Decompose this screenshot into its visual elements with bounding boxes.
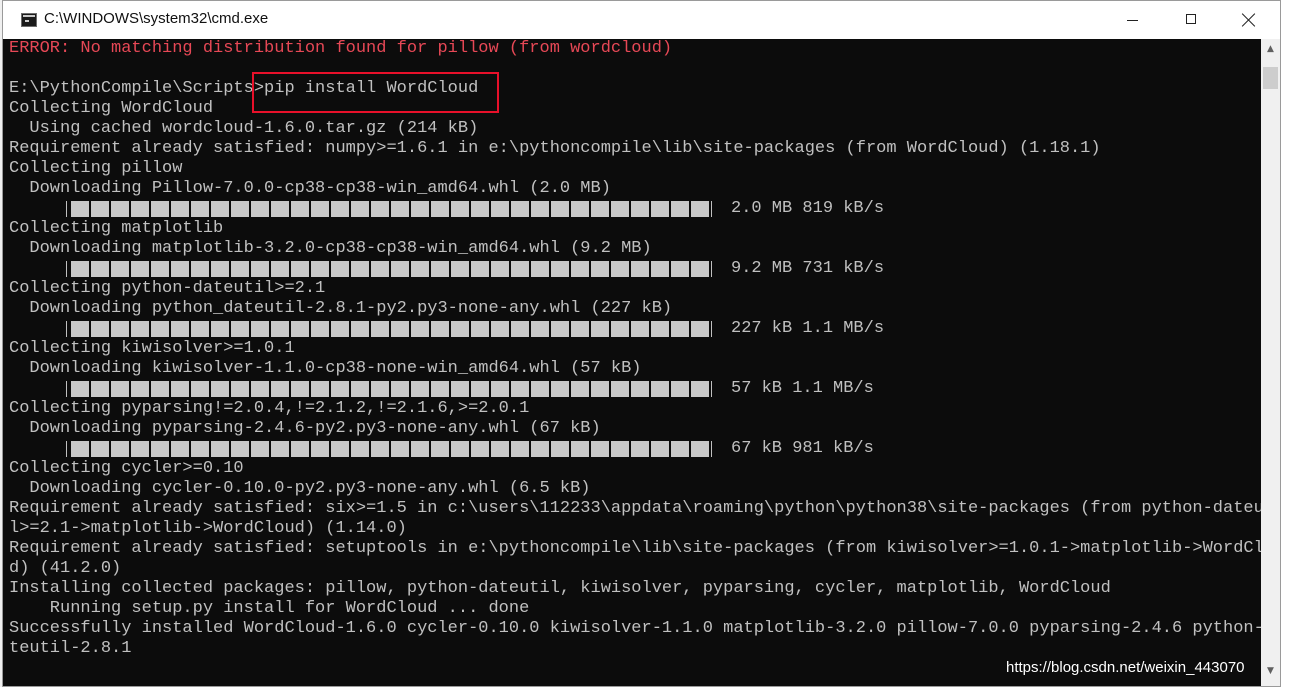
scroll-thumb[interactable] — [1263, 67, 1278, 89]
progress-bar-edge — [711, 381, 712, 397]
output-line: Successfully installed WordCloud-1.6.0 c… — [9, 619, 1261, 638]
progress-bar-dateutil: 227 kB 1.1 MB/s — [66, 319, 884, 339]
progress-bar-pillow: 2.0 MB 819 kB/s — [66, 199, 884, 219]
progress-stats: 2.0 MB 819 kB/s — [731, 199, 885, 218]
progress-bar-edge — [711, 441, 712, 457]
output-line: l>=2.1->matplotlib->WordCloud) (1.14.0) — [9, 519, 407, 538]
output-line: Requirement already satisfied: six>=1.5 … — [9, 499, 1261, 518]
error-line: ERROR: No matching distribution found fo… — [9, 39, 673, 58]
output-line: Requirement already satisfied: numpy>=1.… — [9, 139, 1101, 158]
progress-stats: 227 kB 1.1 MB/s — [731, 319, 885, 338]
output-line: Downloading kiwisolver-1.1.0-cp38-none-w… — [9, 359, 642, 378]
progress-bar-fill — [71, 201, 709, 217]
console-output[interactable]: ERROR: No matching distribution found fo… — [3, 39, 1261, 686]
progress-bar-edge — [711, 201, 712, 217]
output-line: Collecting python-dateutil>=2.1 — [9, 279, 326, 298]
progress-bar-edge — [66, 381, 67, 397]
output-line: Collecting WordCloud — [9, 99, 214, 118]
progress-bar-fill — [71, 261, 709, 277]
progress-stats: 9.2 MB 731 kB/s — [731, 259, 885, 278]
output-line: Collecting pyparsing!=2.0.4,!=2.1.2,!=2.… — [9, 399, 530, 418]
output-line: Requirement already satisfied: setuptool… — [9, 539, 1261, 558]
progress-bar-fill — [71, 381, 709, 397]
progress-bar-matplotlib: 9.2 MB 731 kB/s — [66, 259, 884, 279]
close-icon — [1242, 13, 1256, 27]
output-line: Downloading cycler-0.10.0-py2.py3-none-a… — [9, 479, 591, 498]
progress-bar-edge — [66, 321, 67, 337]
output-line: teutil-2.8.1 — [9, 639, 132, 658]
window-title: C:\WINDOWS\system32\cmd.exe — [44, 10, 269, 27]
output-line: Collecting pillow — [9, 159, 183, 178]
output-line: Downloading matplotlib-3.2.0-cp38-cp38-w… — [9, 239, 652, 258]
output-line: Using cached wordcloud-1.6.0.tar.gz (214… — [9, 119, 479, 138]
cmd-icon[interactable] — [21, 13, 37, 27]
progress-bar-edge — [711, 321, 712, 337]
progress-bar-kiwisolver: 57 kB 1.1 MB/s — [66, 379, 874, 399]
output-line: Downloading Pillow-7.0.0-cp38-cp38-win_a… — [9, 179, 611, 198]
progress-bar-fill — [71, 321, 709, 337]
output-line: Collecting matplotlib — [9, 219, 224, 238]
maximize-icon — [1186, 14, 1196, 24]
output-line: Downloading pyparsing-2.4.6-py2.py3-none… — [9, 419, 601, 438]
vertical-scrollbar[interactable]: ▲ ▼ — [1261, 39, 1280, 686]
output-line: Collecting cycler>=0.10 — [9, 459, 244, 478]
output-line: Installing collected packages: pillow, p… — [9, 579, 1111, 598]
title-bar[interactable]: C:\WINDOWS\system32\cmd.exe — [3, 1, 1280, 39]
progress-bar-fill — [71, 441, 709, 457]
maximize-button[interactable] — [1162, 1, 1220, 39]
close-button[interactable] — [1220, 1, 1278, 39]
cmd-window: C:\WINDOWS\system32\cmd.exe ERROR: No ma… — [2, 0, 1281, 687]
output-line: d) (41.2.0) — [9, 559, 122, 578]
progress-stats: 57 kB 1.1 MB/s — [731, 379, 874, 398]
progress-bar-edge — [66, 261, 67, 277]
output-line: Running setup.py install for WordCloud .… — [9, 599, 530, 618]
progress-bar-edge — [66, 201, 67, 217]
minimize-icon — [1127, 20, 1138, 21]
minimize-button[interactable] — [1104, 1, 1162, 39]
watermark-url: https://blog.csdn.net/weixin_443070 — [1006, 659, 1245, 676]
output-line: Collecting kiwisolver>=1.0.1 — [9, 339, 295, 358]
command-highlight-box — [252, 72, 499, 113]
output-line: Downloading python_dateutil-2.8.1-py2.py… — [9, 299, 673, 318]
progress-stats: 67 kB 981 kB/s — [731, 439, 874, 458]
progress-bar-edge — [66, 441, 67, 457]
progress-bar-pyparsing: 67 kB 981 kB/s — [66, 439, 874, 459]
scroll-up-arrow-icon[interactable]: ▲ — [1261, 39, 1280, 59]
progress-bar-edge — [711, 261, 712, 277]
scroll-down-arrow-icon[interactable]: ▼ — [1261, 661, 1280, 681]
